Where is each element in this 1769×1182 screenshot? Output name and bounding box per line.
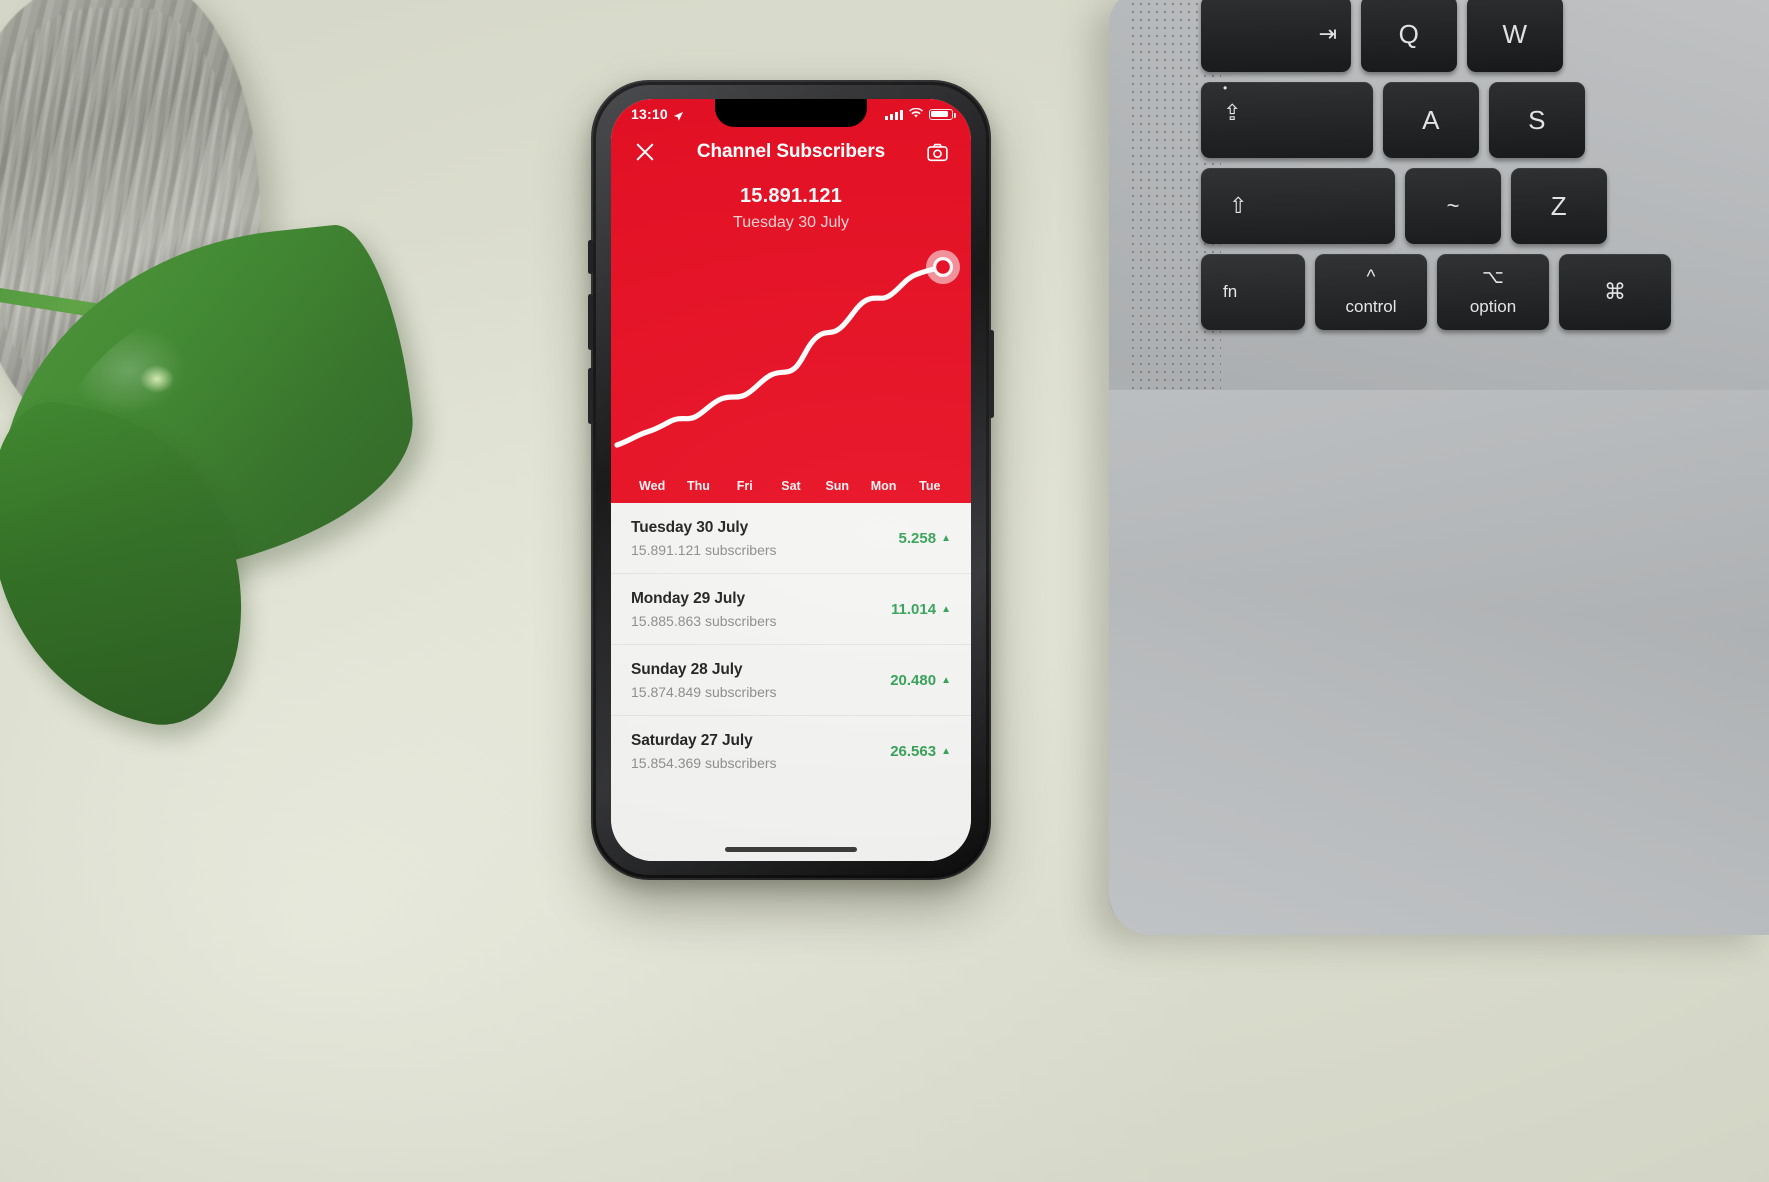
axis-tick-thu: Thu [686, 479, 710, 493]
plant-leaf-highlight [140, 365, 174, 393]
row-text-group: Monday 29 July 15.885.863 subscribers [631, 590, 777, 629]
axis-tick-mon: Mon [870, 479, 897, 493]
chart-x-axis: Wed Thu Fri Sat Sun Mon Tue [611, 479, 971, 493]
row-subtitle: 15.854.369 subscribers [631, 755, 777, 771]
status-bar-left: 13:10 [631, 106, 684, 122]
key-z[interactable]: Z [1511, 168, 1607, 244]
row-delta-group: 5.258 ▲ [899, 530, 951, 547]
option-label: option [1469, 296, 1517, 316]
status-bar-right [885, 106, 956, 122]
row-title: Sunday 28 July [631, 661, 743, 678]
key-tilde[interactable]: ~ [1405, 168, 1501, 244]
axis-tick-sun: Sun [825, 479, 850, 493]
key-capslock[interactable]: • ⇪ [1201, 82, 1373, 158]
row-title: Monday 29 July [631, 590, 746, 607]
hero-date: Tuesday 30 July [733, 214, 849, 231]
key-command[interactable]: ⌘ [1559, 254, 1671, 330]
subscribers-hero-panel: 13:10 Channel Subscribers 15.891.121 Tue… [611, 99, 971, 503]
key-w[interactable]: W [1467, 0, 1563, 72]
phone-screen: 13:10 Channel Subscribers 15.891.121 Tue… [611, 99, 971, 861]
subscribers-line-chart[interactable] [611, 249, 971, 459]
status-bar: 13:10 [611, 99, 971, 129]
capslock-glyph: ⇪ [1223, 100, 1242, 125]
axis-tick-fri: Fri [736, 479, 753, 493]
row-text-group: Sunday 28 July 15.874.849 subscribers [631, 661, 777, 700]
row-subtitle: 15.891.121 subscribers [631, 542, 777, 558]
trend-up-icon: ▲ [941, 603, 951, 615]
capslock-dot: • [1223, 81, 1228, 95]
row-delta: 5.258 [898, 530, 937, 547]
close-icon[interactable] [631, 138, 659, 166]
axis-tick-tue: Tue [919, 479, 941, 493]
macbook-laptop: ⇥ Q W • ⇪ A S ⇧ ~ Z fn ^ control ⌥ optio… [1109, 0, 1769, 935]
trend-up-icon: ▲ [941, 532, 951, 544]
iphone-device: 13:10 Channel Subscribers 15.891.121 Tue… [588, 80, 994, 880]
status-bar-time: 13:10 [631, 106, 668, 122]
row-delta-group: 11.014 ▲ [891, 601, 951, 618]
control-caret-glyph: ^ [1366, 266, 1376, 288]
page-title: Channel Subscribers [696, 141, 886, 162]
axis-tick-sat: Sat [781, 479, 801, 493]
row-subtitle: 15.885.863 subscribers [631, 613, 777, 629]
trend-up-icon: ▲ [941, 745, 951, 757]
table-row[interactable]: Tuesday 30 July 15.891.121 subscribers 5… [611, 503, 971, 574]
row-title: Saturday 27 July [631, 732, 753, 749]
hero-subscriber-count: 15.891.121 [739, 185, 843, 207]
volume-up-button[interactable] [588, 294, 593, 350]
battery-icon [929, 108, 956, 120]
control-label: control [1345, 296, 1397, 316]
row-text-group: Saturday 27 July 15.854.369 subscribers [631, 732, 777, 771]
power-button[interactable] [989, 330, 994, 418]
home-indicator[interactable] [725, 847, 857, 852]
key-s[interactable]: S [1489, 82, 1585, 158]
chart-selected-point[interactable] [933, 257, 954, 277]
key-option[interactable]: ⌥ option [1437, 254, 1549, 330]
cellular-signal-icon [885, 109, 903, 120]
axis-tick-wed: Wed [639, 479, 666, 493]
volume-down-button[interactable] [588, 368, 593, 424]
key-tab[interactable]: ⇥ [1201, 0, 1351, 72]
daily-subscribers-list: Tuesday 30 July 15.891.121 subscribers 5… [611, 503, 971, 861]
laptop-palm-rest [1109, 390, 1769, 935]
row-delta: 20.480 [890, 672, 937, 689]
camera-icon[interactable] [923, 138, 951, 166]
key-a[interactable]: A [1383, 82, 1479, 158]
row-title: Tuesday 30 July [631, 519, 749, 536]
row-subtitle: 15.874.849 subscribers [631, 684, 777, 700]
table-row[interactable]: Monday 29 July 15.885.863 subscribers 11… [611, 574, 971, 645]
option-glyph: ⌥ [1482, 266, 1504, 288]
row-text-group: Tuesday 30 July 15.891.121 subscribers [631, 519, 777, 558]
chart-line-path [614, 264, 946, 448]
chart-svg [614, 250, 960, 448]
hero-stats: 15.891.121 Tuesday 30 July [611, 185, 971, 232]
nav-bar: Channel Subscribers [611, 129, 971, 175]
wifi-icon [908, 106, 924, 122]
location-arrow-icon [673, 109, 684, 121]
row-delta-group: 26.563 ▲ [890, 743, 951, 760]
key-control[interactable]: ^ control [1315, 254, 1427, 330]
table-row[interactable]: Sunday 28 July 15.874.849 subscribers 20… [611, 645, 971, 716]
key-shift[interactable]: ⇧ [1201, 168, 1395, 244]
key-q[interactable]: Q [1361, 0, 1457, 72]
laptop-keyboard: ⇥ Q W • ⇪ A S ⇧ ~ Z fn ^ control ⌥ optio… [1201, 0, 1769, 410]
key-fn[interactable]: fn [1201, 254, 1305, 330]
table-row[interactable]: Saturday 27 July 15.854.369 subscribers … [611, 716, 971, 786]
row-delta-group: 20.480 ▲ [890, 672, 951, 689]
mute-switch[interactable] [588, 240, 593, 274]
trend-up-icon: ▲ [941, 674, 951, 686]
row-delta: 11.014 [891, 601, 937, 618]
row-delta: 26.563 [890, 743, 937, 760]
